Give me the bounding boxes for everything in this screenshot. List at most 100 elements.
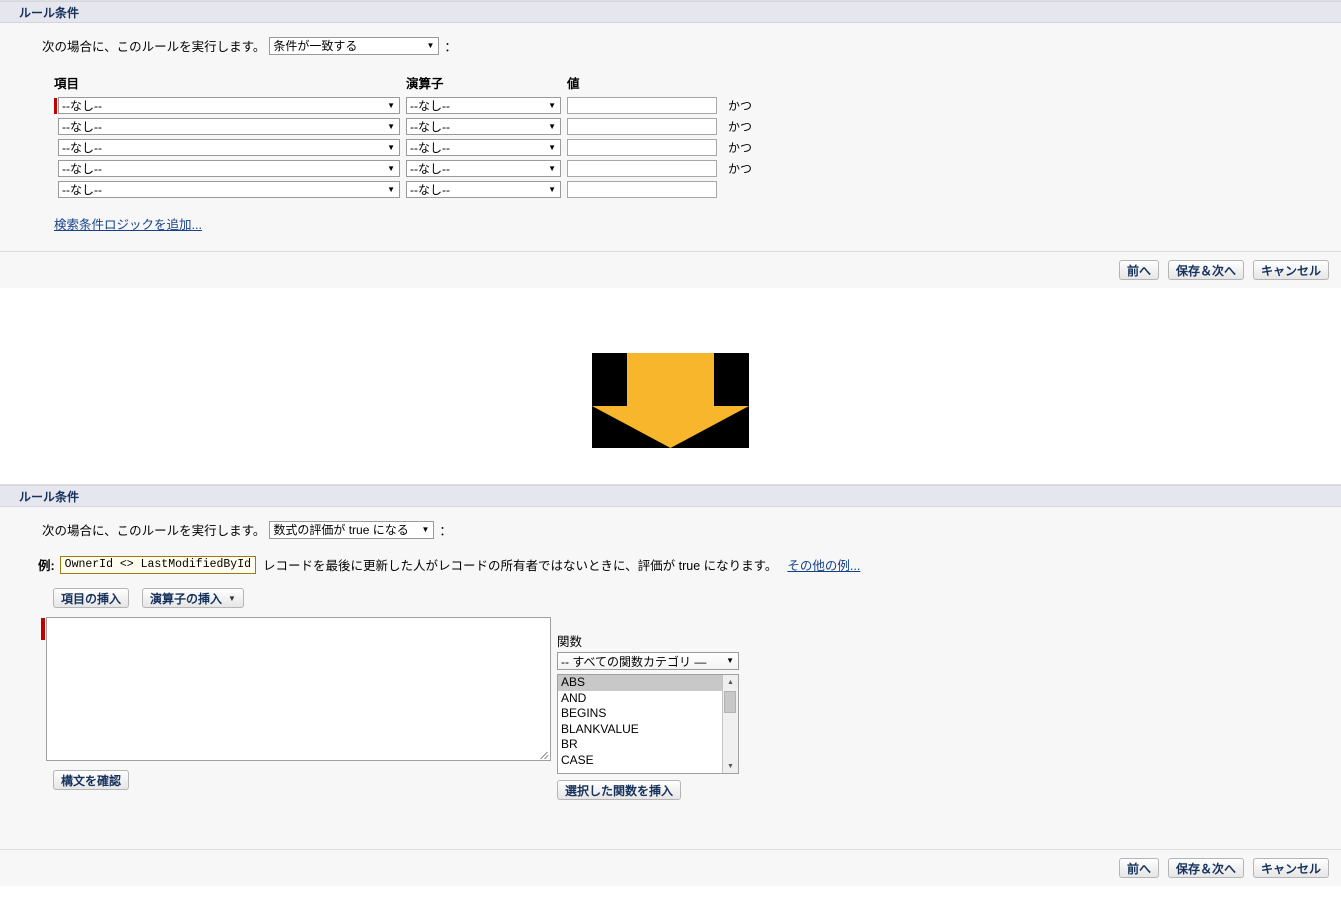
function-list-scrollbar[interactable]: ▲ ▼ <box>722 675 738 773</box>
criteria-intro-row: 次の場合に、このルールを実行します。 条件が一致する ▼ ： <box>0 23 1341 55</box>
insert-operator-label: 演算子の挿入 <box>150 591 223 606</box>
chevron-down-icon: ▼ <box>387 163 395 173</box>
criteria-operator-value: --なし-- <box>410 141 450 155</box>
rule-criteria-panel-body: 次の場合に、このルールを実行します。 条件が一致する ▼ ： 項目 演算子 値 … <box>0 23 1341 251</box>
criteria-field-select[interactable]: --なし-- ▼ <box>58 160 400 177</box>
scrollbar-thumb[interactable] <box>724 691 736 713</box>
chevron-down-icon: ▼ <box>387 121 395 131</box>
criteria-value-input[interactable] <box>567 181 717 198</box>
column-header-operator: 演算子 <box>406 77 444 91</box>
criteria-value-input[interactable] <box>567 118 717 135</box>
panel-title: ルール条件 <box>19 5 80 20</box>
criteria-operator-select[interactable]: --なし-- ▼ <box>406 97 561 114</box>
function-list-item[interactable]: BLANKVALUE <box>558 722 722 738</box>
insert-selected-function-button[interactable]: 選択した関数を挿入 <box>557 780 682 800</box>
function-list-items: ABS AND BEGINS BLANKVALUE BR CASE <box>558 675 722 773</box>
resize-handle-icon[interactable] <box>538 748 549 759</box>
chevron-down-icon: ▼ <box>548 100 556 110</box>
add-filter-logic-link[interactable]: 検索条件ロジックを追加... <box>54 218 202 232</box>
chevron-down-icon: ▼ <box>548 121 556 131</box>
function-list-item[interactable]: BR <box>558 737 722 753</box>
formula-intro-colon: ： <box>439 524 452 538</box>
criteria-field-select[interactable]: --なし-- ▼ <box>58 181 400 198</box>
rule-formula-panel-body: 次の場合に、このルールを実行します。 数式の評価が true になる ▼ ： 例… <box>0 507 1341 849</box>
chevron-down-icon: ▼ <box>387 142 395 152</box>
required-indicator <box>54 97 57 114</box>
chevron-down-icon: ▼ <box>726 656 734 665</box>
criteria-conjunction: かつ <box>728 162 753 176</box>
criteria-table: 項目 演算子 値 --なし-- ▼ --なし-- ▼ かつ --なし-- ▼ -… <box>0 55 1341 200</box>
criteria-row: --なし-- ▼ --なし-- ▼ かつ <box>54 95 1341 116</box>
criteria-value-input[interactable] <box>567 160 717 177</box>
panel-title: ルール条件 <box>19 489 80 504</box>
save-and-next-button[interactable]: 保存＆次へ <box>1167 858 1244 878</box>
criteria-field-select[interactable]: --なし-- ▼ <box>58 139 400 156</box>
criteria-field-select[interactable]: --なし-- ▼ <box>58 118 400 135</box>
previous-button[interactable]: 前へ <box>1118 260 1159 280</box>
criteria-operator-select[interactable]: --なし-- ▼ <box>406 160 561 177</box>
functions-label: 関数 <box>557 635 583 649</box>
rule-formula-panel-footer: 前へ 保存＆次へ キャンセル <box>0 849 1341 886</box>
criteria-field-value: --なし-- <box>62 99 102 113</box>
function-list-item[interactable]: CASE <box>558 753 722 769</box>
function-list-item[interactable]: AND <box>558 691 722 707</box>
function-list[interactable]: ABS AND BEGINS BLANKVALUE BR CASE ▲ ▼ <box>557 674 739 774</box>
criteria-row: --なし-- ▼ --なし-- ▼ <box>54 179 1341 200</box>
rule-criteria-panel-footer: 前へ 保存＆次へ キャンセル <box>0 251 1341 288</box>
chevron-down-icon: ▼ <box>548 142 556 152</box>
insert-field-button[interactable]: 項目の挿入 <box>53 588 130 608</box>
insert-function-row: 選択した関数を挿入 <box>557 780 742 800</box>
cancel-button[interactable]: キャンセル <box>1252 858 1329 878</box>
function-category-value: -- すべての関数カテゴリ — <box>561 654 707 669</box>
required-indicator-placeholder <box>54 119 57 135</box>
check-syntax-button[interactable]: 構文を確認 <box>53 770 130 790</box>
criteria-operator-value: --なし-- <box>410 99 450 113</box>
cancel-button[interactable]: キャンセル <box>1252 260 1329 280</box>
criteria-intro-label: 次の場合に、このルールを実行します。 <box>42 40 266 54</box>
criteria-value-input[interactable] <box>567 97 717 114</box>
scroll-down-icon[interactable]: ▼ <box>723 759 738 773</box>
rule-formula-panel: ルール条件 次の場合に、このルールを実行します。 数式の評価が true になる… <box>0 484 1341 886</box>
criteria-operator-select[interactable]: --なし-- ▼ <box>406 181 561 198</box>
formula-insert-buttons: 項目の挿入 演算子の挿入 ▼ <box>0 588 1341 608</box>
function-list-item[interactable]: ABS <box>558 675 722 691</box>
evaluation-mode-value: 数式の評価が true になる <box>273 523 409 537</box>
criteria-row: --なし-- ▼ --なし-- ▼ かつ <box>54 116 1341 137</box>
criteria-operator-select[interactable]: --なし-- ▼ <box>406 118 561 135</box>
scroll-up-icon[interactable]: ▲ <box>723 675 738 689</box>
example-formula-chip: OwnerId <> LastModifiedById <box>59 555 257 574</box>
criteria-field-select[interactable]: --なし-- ▼ <box>58 97 400 114</box>
criteria-operator-value: --なし-- <box>410 120 450 134</box>
criteria-field-value: --なし-- <box>62 141 102 155</box>
formula-textarea[interactable] <box>46 617 551 761</box>
required-indicator-placeholder <box>54 161 57 177</box>
evaluation-mode-select[interactable]: 条件が一致する ▼ <box>269 36 440 55</box>
example-description: レコードを最後に更新した人がレコードの所有者ではないときに、評価が true に… <box>263 559 778 573</box>
criteria-conjunction: かつ <box>728 120 753 134</box>
functions-panel: 関数 -- すべての関数カテゴリ — ▼ ABS AND BEGINS BLAN… <box>557 631 742 800</box>
function-list-item[interactable]: BEGINS <box>558 706 722 722</box>
chevron-down-icon: ▼ <box>548 163 556 173</box>
criteria-operator-value: --なし-- <box>410 183 450 197</box>
more-examples-link[interactable]: その他の例... <box>787 555 860 574</box>
evaluation-mode-select[interactable]: 数式の評価が true になる ▼ <box>269 520 435 539</box>
insert-operator-button[interactable]: 演算子の挿入 ▼ <box>142 588 244 608</box>
criteria-operator-value: --なし-- <box>410 162 450 176</box>
criteria-conjunction: かつ <box>728 141 753 155</box>
function-category-select[interactable]: -- すべての関数カテゴリ — ▼ <box>557 652 739 670</box>
rule-formula-panel-header: ルール条件 <box>0 485 1341 507</box>
criteria-field-value: --なし-- <box>62 183 102 197</box>
chevron-down-icon: ▼ <box>548 184 556 194</box>
formula-intro-row: 次の場合に、このルールを実行します。 数式の評価が true になる ▼ ： <box>0 507 1341 539</box>
formula-example-row: 例: OwnerId <> LastModifiedById レコードを最後に更… <box>0 539 1341 574</box>
add-filter-logic-row: 検索条件ロジックを追加... <box>0 200 1341 251</box>
criteria-row: --なし-- ▼ --なし-- ▼ かつ <box>54 137 1341 158</box>
criteria-field-value: --なし-- <box>62 162 102 176</box>
criteria-operator-select[interactable]: --なし-- ▼ <box>406 139 561 156</box>
chevron-down-icon: ▼ <box>228 593 236 603</box>
criteria-value-input[interactable] <box>567 139 717 156</box>
previous-button[interactable]: 前へ <box>1118 858 1159 878</box>
rule-criteria-panel: ルール条件 次の場合に、このルールを実行します。 条件が一致する ▼ ： 項目 … <box>0 0 1341 288</box>
save-and-next-button[interactable]: 保存＆次へ <box>1167 260 1244 280</box>
criteria-conjunction: かつ <box>728 99 753 113</box>
